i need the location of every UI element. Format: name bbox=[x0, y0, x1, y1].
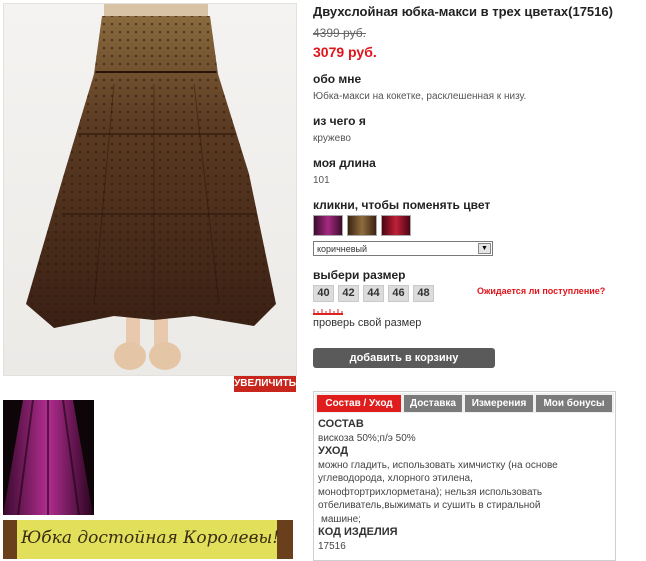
code-heading: КОД ИЗДЕЛИЯ bbox=[318, 526, 398, 538]
ruler-icon bbox=[313, 309, 343, 315]
thumbnail-purple[interactable] bbox=[3, 400, 94, 515]
info-tabs: Состав / Уход Доставка Измерения Мои бон… bbox=[313, 391, 616, 561]
promo-banner[interactable]: Юбка достойная Королевы! bbox=[3, 520, 293, 559]
care-line: отбеливатель,выжимать и сушить в стираль… bbox=[318, 500, 541, 511]
swatch-red[interactable] bbox=[381, 215, 411, 236]
skirt-illustration bbox=[26, 4, 276, 370]
swatch-purple[interactable] bbox=[313, 215, 343, 236]
size-option[interactable]: 46 bbox=[388, 285, 409, 302]
zoom-button[interactable]: УВЕЛИЧИТЬ bbox=[234, 376, 296, 392]
banner-decoration bbox=[277, 520, 293, 559]
composition-text: вискоза 50%;п/э 50% bbox=[318, 432, 416, 444]
care-line: монофтортрихлорметана); нельзя использов… bbox=[318, 486, 543, 498]
care-line: можно гладить, использовать химчистку (н… bbox=[318, 459, 558, 471]
swatch-brown[interactable] bbox=[347, 215, 377, 236]
material-text: кружево bbox=[313, 133, 351, 144]
about-text: Юбка-макси на кокетке, расклешенная к ни… bbox=[313, 91, 527, 102]
banner-decoration bbox=[3, 520, 17, 559]
color-heading: кликни, чтобы поменять цвет bbox=[313, 198, 491, 212]
length-heading: моя длина bbox=[313, 156, 376, 170]
product-main-photo[interactable] bbox=[3, 3, 297, 376]
length-text: 101 bbox=[313, 175, 330, 186]
tab-delivery[interactable]: Доставка bbox=[404, 395, 462, 412]
tab-content: СОСТАВ вискоза 50%;п/э 50% УХОД можно гл… bbox=[318, 418, 611, 553]
color-select[interactable]: коричневый ▼ bbox=[313, 241, 493, 256]
size-option[interactable]: 40 bbox=[313, 285, 334, 302]
chevron-down-icon: ▼ bbox=[478, 243, 491, 254]
care-line: машине; bbox=[321, 513, 361, 525]
tab-measurements[interactable]: Измерения bbox=[465, 395, 533, 412]
code-text: 17516 bbox=[318, 540, 346, 552]
size-heading: выбери размер bbox=[313, 268, 406, 282]
care-line: углеводорода, хлорного этилена, bbox=[318, 473, 473, 484]
add-to-cart-button[interactable]: добавить в корзину bbox=[313, 348, 495, 368]
check-size-link[interactable]: проверь свой размер bbox=[313, 317, 421, 329]
tab-composition-care[interactable]: Состав / Уход bbox=[317, 395, 401, 412]
size-option[interactable]: 42 bbox=[338, 285, 359, 302]
color-select-value: коричневый bbox=[317, 244, 368, 254]
product-title: Двухслойная юбка-макси в трех цветах(175… bbox=[313, 4, 613, 19]
about-heading: обо мне bbox=[313, 72, 362, 86]
availability-link[interactable]: Ожидается ли поступление? bbox=[477, 286, 605, 296]
size-option[interactable]: 44 bbox=[363, 285, 384, 302]
composition-heading: СОСТАВ bbox=[318, 418, 364, 430]
size-option[interactable]: 48 bbox=[413, 285, 434, 302]
material-heading: из чего я bbox=[313, 114, 366, 128]
old-price: 4399 руб. bbox=[313, 26, 366, 40]
tab-bar: Состав / Уход Доставка Измерения Мои бон… bbox=[315, 393, 614, 413]
care-heading: УХОД bbox=[318, 445, 349, 457]
new-price: 3079 руб. bbox=[313, 44, 377, 60]
tab-bonuses[interactable]: Мои бонусы bbox=[536, 395, 612, 412]
thumbnail-image bbox=[3, 400, 93, 515]
banner-text: Юбка достойная Королевы! bbox=[21, 528, 280, 548]
